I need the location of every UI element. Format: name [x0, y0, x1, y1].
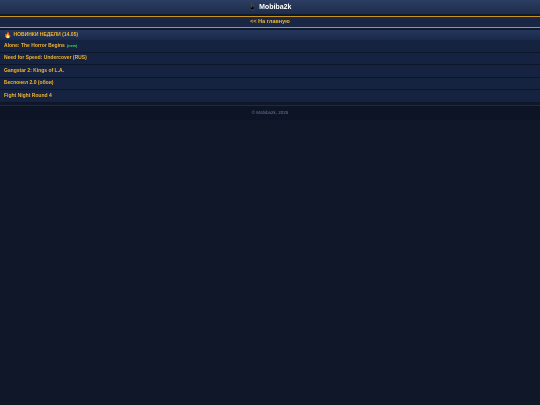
new-games-list: Alone: The Horror Begins (new) Need for … [0, 40, 540, 103]
site-header: 📱 Mobiba2k [0, 0, 540, 15]
list-item[interactable]: Alone: The Horror Begins (new) [0, 40, 540, 53]
fire-icon: 🔥 [4, 32, 12, 39]
section-title: НОВИНКИ НЕДЕЛИ (14.05) [13, 32, 79, 38]
site-title[interactable]: Mobiba2k [259, 4, 291, 11]
phone-icon: 📱 [248, 4, 257, 11]
list-item[interactable]: Fight Night Round 4 [0, 90, 540, 103]
section-header: 🔥 НОВИНКИ НЕДЕЛИ (14.05) [0, 30, 540, 40]
list-item-label[interactable]: Alone: The Horror Begins [4, 43, 65, 49]
list-item-label[interactable]: Fight Night Round 4 [4, 93, 52, 99]
list-item[interactable]: Gangstar 2: Kings of L.A. [0, 65, 540, 78]
copyright-text: © Mobiba2k, 2025 [251, 110, 289, 115]
new-badge: (new) [66, 43, 78, 49]
list-item-label[interactable]: Беспонел 2.0 (обои) [4, 80, 53, 86]
list-item-label[interactable]: Gangstar 2: Kings of L.A. [4, 68, 64, 74]
home-link[interactable]: << На главную [250, 19, 290, 25]
footer: © Mobiba2k, 2025 [0, 104, 540, 120]
list-item[interactable]: Need for Speed: Undercover (RUS) [0, 52, 540, 65]
nav-bar: << На главную [0, 16, 540, 28]
list-item[interactable]: Беспонел 2.0 (обои) [0, 77, 540, 90]
page: 📱 Mobiba2k << На главную 🔥 НОВИНКИ НЕДЕЛ… [0, 0, 540, 405]
list-item-label[interactable]: Need for Speed: Undercover (RUS) [4, 55, 87, 61]
